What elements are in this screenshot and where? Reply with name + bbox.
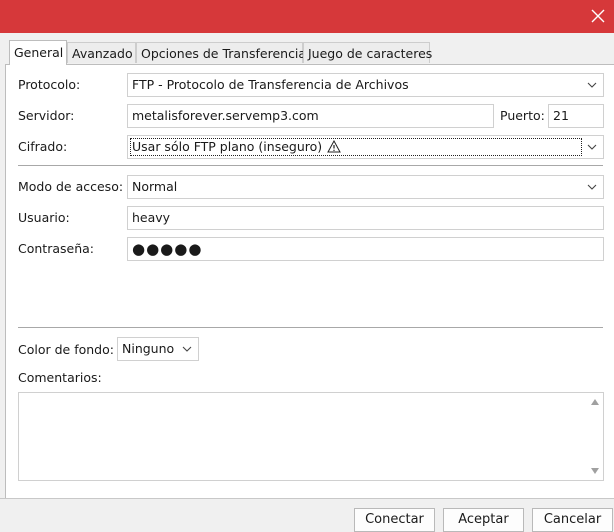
connect-button[interactable]: Conectar (354, 508, 435, 532)
title-bar (0, 0, 614, 33)
accept-button[interactable]: Aceptar (443, 508, 524, 532)
separator (18, 327, 603, 328)
scroll-up-icon[interactable] (591, 399, 599, 405)
user-label: Usuario: (18, 210, 70, 225)
button-bar: Conectar Aceptar Cancelar (0, 498, 614, 532)
encryption-select[interactable]: Usar sólo FTP plano (inseguro) (127, 135, 604, 159)
scrollbar[interactable] (587, 393, 603, 480)
encryption-value: Usar sólo FTP plano (inseguro) (132, 139, 323, 154)
password-input[interactable]: ●●●●● (127, 237, 604, 261)
user-input[interactable]: heavy (127, 206, 604, 230)
chevron-down-icon (182, 346, 192, 352)
bg-color-select[interactable]: Ninguno (117, 337, 199, 361)
protocol-value: FTP - Protocolo de Transferencia de Arch… (132, 77, 409, 92)
server-input[interactable]: metalisforever.servemp3.com (127, 104, 494, 128)
chevron-down-icon (587, 184, 597, 190)
bg-color-value: Ninguno (122, 341, 175, 356)
tab-charset[interactable]: Juego de caracteres (303, 42, 432, 63)
comments-textarea[interactable] (18, 392, 604, 481)
comments-label: Comentarios: (18, 370, 102, 385)
bg-color-label: Color de fondo: (18, 342, 114, 357)
protocol-label: Protocolo: (18, 77, 81, 92)
encryption-label: Cifrado: (18, 139, 68, 154)
tab-advanced[interactable]: Avanzado (67, 42, 136, 63)
password-label: Contraseña: (18, 241, 94, 256)
general-panel: Protocolo: FTP - Protocolo de Transferen… (5, 64, 614, 498)
separator (18, 165, 603, 166)
cancel-button[interactable]: Cancelar (532, 508, 613, 532)
protocol-select[interactable]: FTP - Protocolo de Transferencia de Arch… (127, 73, 604, 97)
port-label: Puerto: (500, 108, 545, 123)
chevron-down-icon (587, 82, 597, 88)
tab-strip: General Avanzado Opciones de Transferenc… (0, 40, 614, 65)
access-mode-select[interactable]: Normal (127, 175, 604, 199)
chevron-down-icon (587, 144, 597, 150)
close-icon[interactable] (586, 4, 610, 28)
server-label: Servidor: (18, 108, 75, 123)
warning-icon (327, 140, 341, 153)
access-mode-label: Modo de acceso: (18, 179, 124, 194)
port-input[interactable]: 21 (548, 104, 604, 128)
tab-transfer-options[interactable]: Opciones de Transferencia (136, 42, 306, 63)
tab-general[interactable]: General (9, 40, 67, 65)
access-mode-value: Normal (132, 179, 178, 194)
scroll-down-icon[interactable] (591, 468, 599, 474)
